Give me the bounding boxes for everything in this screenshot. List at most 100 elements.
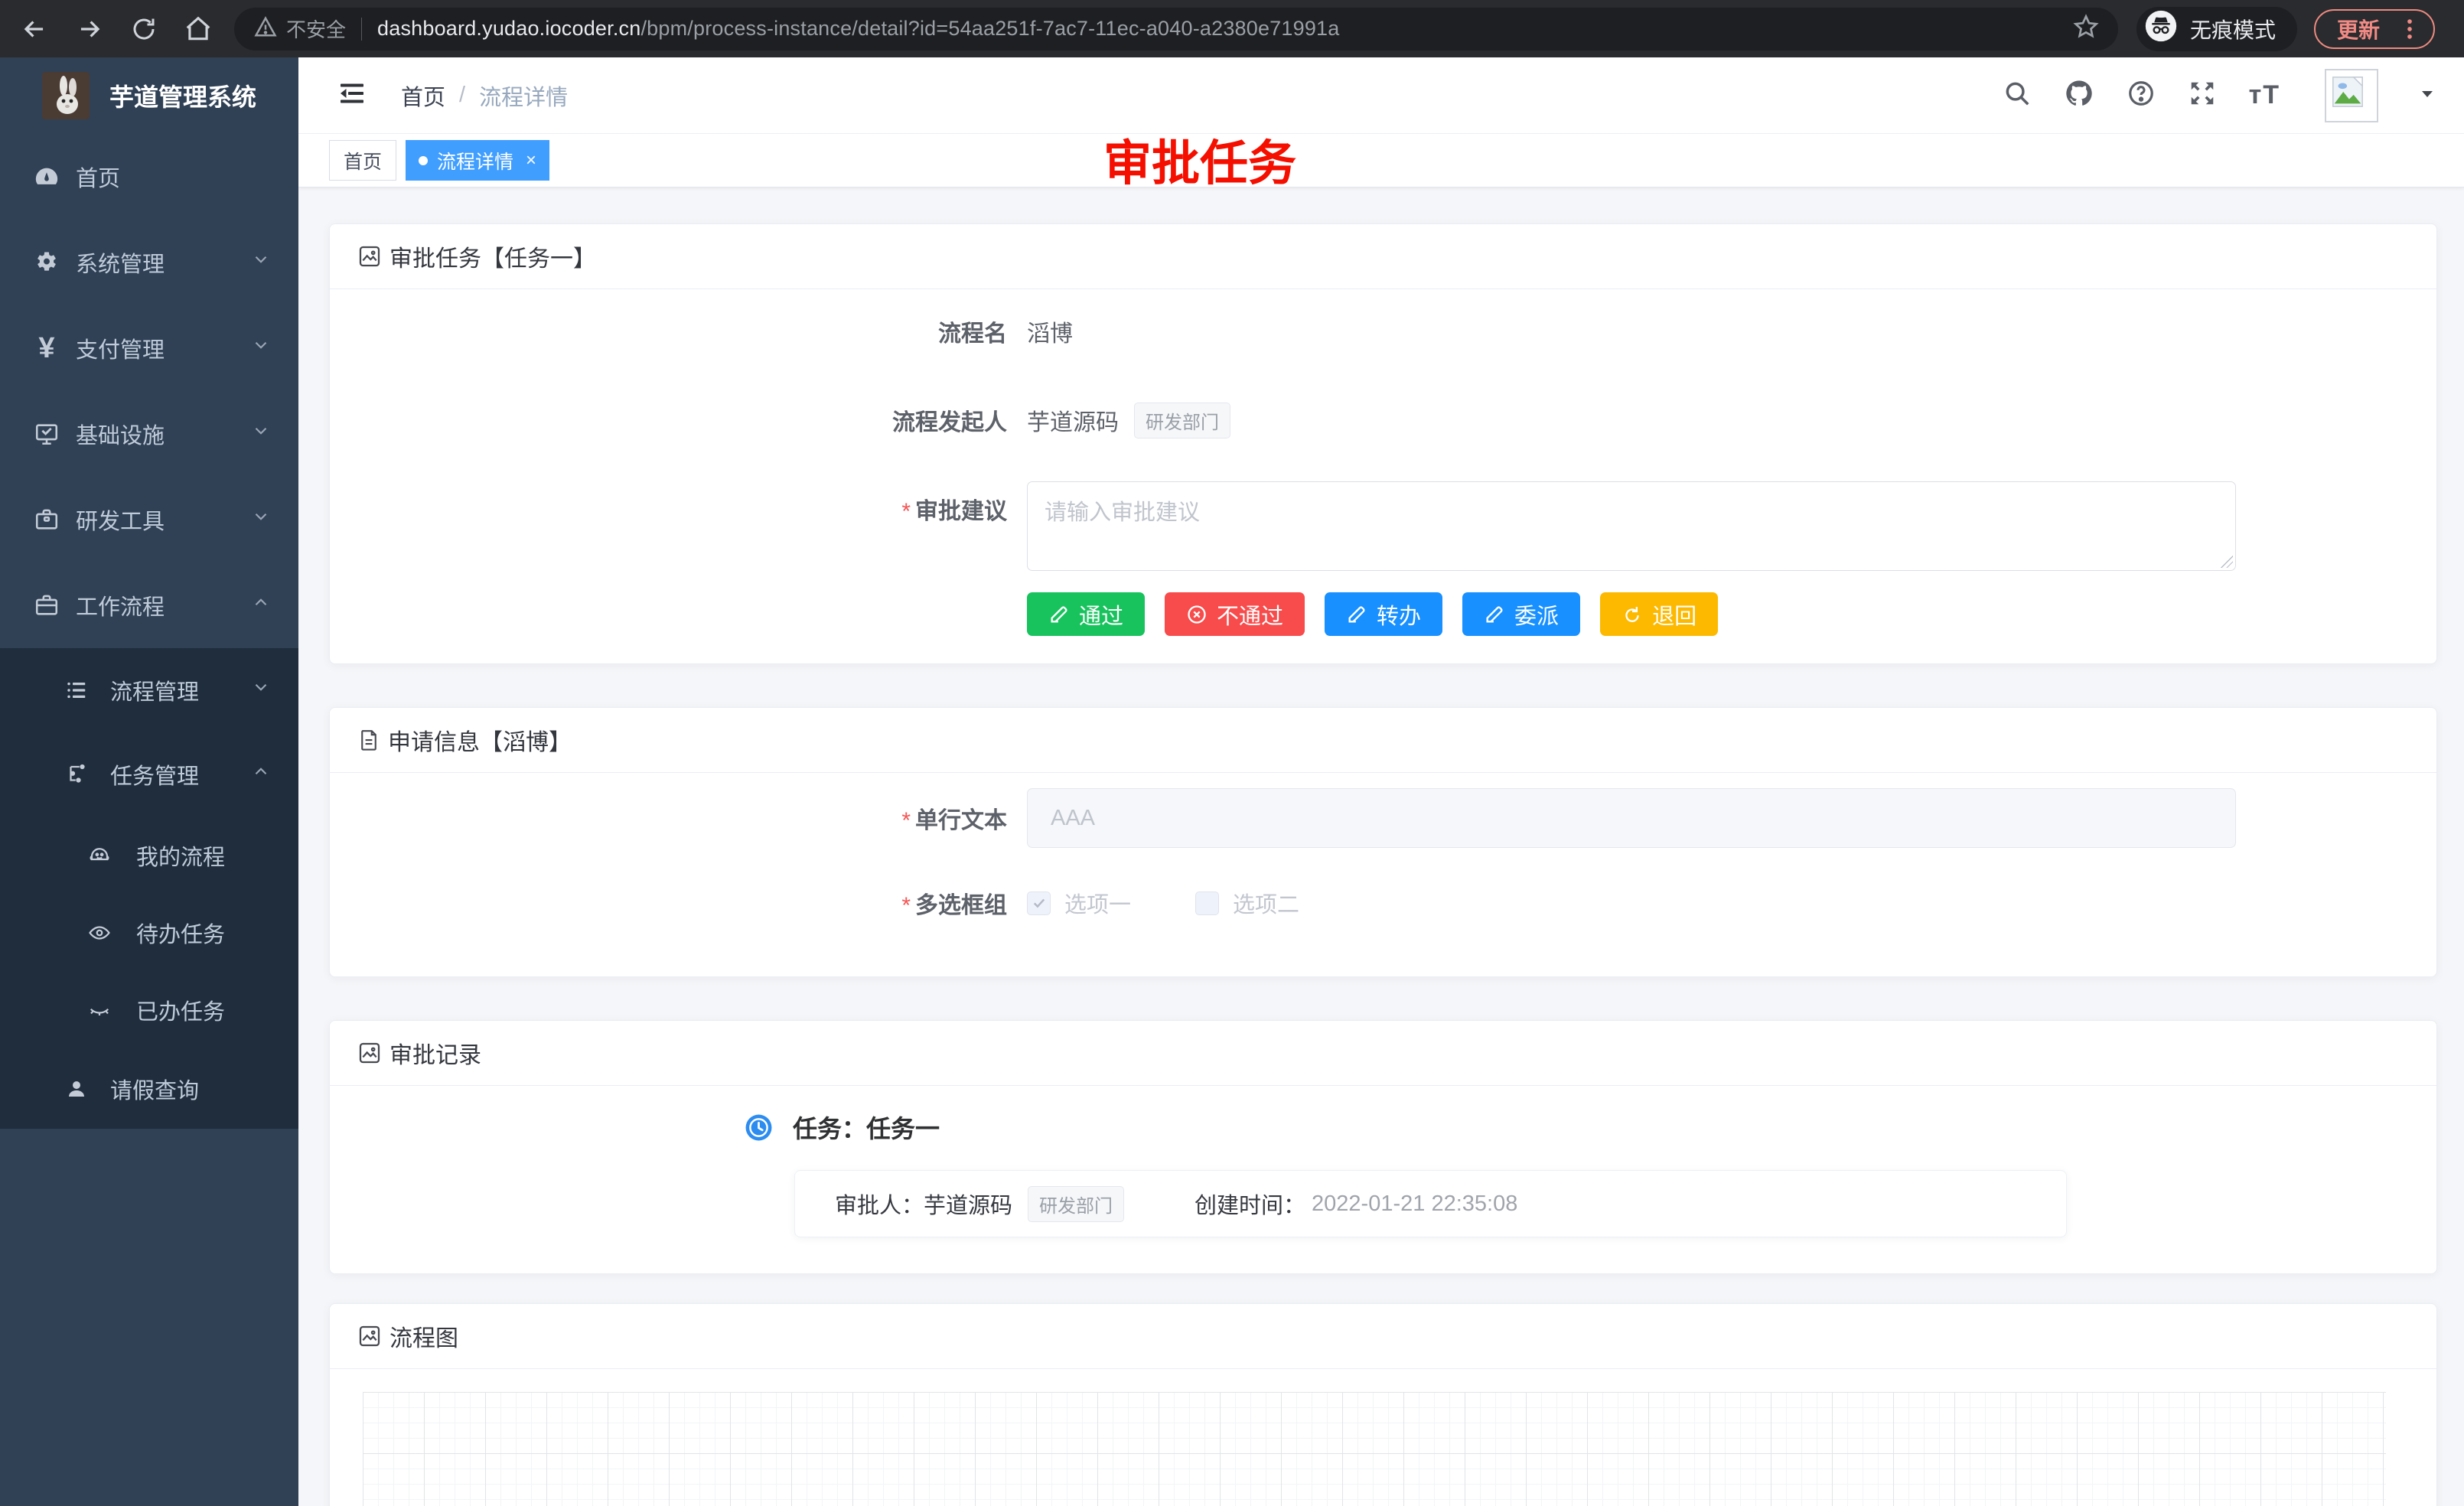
flow-icon [63, 763, 90, 786]
sidebar-item-infra[interactable]: 基础设施 [0, 391, 298, 477]
chevron-up-icon [251, 592, 271, 618]
navbar: 首页 / 流程详情 ᴛT [298, 57, 2464, 134]
page-content: 审批任务【任务一】 流程名 滔博 流程发起人 芋道源码 研发部门 [298, 187, 2464, 1506]
tags-view-bar: 首页 流程详情 × [298, 134, 2464, 187]
search-icon[interactable] [2003, 79, 2032, 112]
reload-icon[interactable] [130, 15, 158, 43]
tab-close-icon[interactable]: × [526, 152, 536, 170]
card-title: 流程图 [389, 1319, 458, 1353]
created-time: 创建时间： 2022-01-21 22:35:08 [1195, 1188, 1517, 1220]
suggestion-textarea-wrap [1027, 481, 2236, 571]
checkbox-option1[interactable]: 选项一 [1027, 887, 1131, 919]
breadcrumb-home[interactable]: 首页 [401, 80, 445, 112]
suggestion-label: *审批建议 [330, 481, 1007, 526]
approval-task-card: 审批任务【任务一】 流程名 滔博 流程发起人 芋道源码 研发部门 [329, 223, 2437, 664]
workflow-submenu: 流程管理 任务管理 我的流程 待办任务 已办 [0, 648, 298, 1129]
incognito-badge: 无痕模式 [2136, 7, 2297, 51]
sidebar-item-label: 任务管理 [110, 758, 199, 790]
help-icon[interactable] [2127, 79, 2156, 112]
font-size-icon[interactable]: ᴛT [2249, 80, 2280, 110]
app-logo [42, 72, 90, 119]
text-field-input[interactable] [1027, 788, 2236, 848]
person-icon [63, 1077, 90, 1100]
dept-tag: 研发部门 [1134, 403, 1230, 438]
forward-icon[interactable] [75, 15, 104, 44]
sidebar-item-leave-query[interactable]: 请假查询 [0, 1048, 298, 1129]
document-icon [357, 729, 380, 751]
browser-toolbar: 不安全 dashboard.yudao.iocoder.cn/bpm/proce… [0, 0, 2464, 57]
sidebar-item-label: 首页 [76, 161, 120, 193]
sidebar-fold-icon[interactable] [337, 78, 367, 112]
edit-icon [1346, 604, 1367, 625]
card-title: 申请信息【滔博】 [388, 723, 572, 757]
tab-label: 首页 [344, 147, 382, 174]
toolbox-icon [33, 507, 60, 533]
sidebar-item-label: 研发工具 [76, 504, 165, 536]
checkbox-group-label: *多选框组 [330, 886, 1007, 920]
return-button[interactable]: 退回 [1600, 592, 1718, 636]
resize-grip[interactable] [2221, 556, 2233, 568]
tab-label: 流程详情 [437, 147, 513, 174]
approve-button[interactable]: 通过 [1027, 592, 1145, 636]
sidebar-item-devtools[interactable]: 研发工具 [0, 477, 298, 562]
breadcrumb-separator: / [459, 83, 465, 108]
github-icon[interactable] [2064, 78, 2094, 112]
chevron-down-icon [251, 421, 271, 447]
sidebar-item-system[interactable]: 系统管理 [0, 220, 298, 305]
sidebar-item-done-tasks[interactable]: 已办任务 [0, 971, 298, 1048]
sidebar-item-process-mgmt[interactable]: 流程管理 [0, 648, 298, 732]
card-header: 申请信息【滔博】 [330, 708, 2436, 773]
annotation-text: 审批任务 [1103, 125, 1296, 194]
robot-icon [86, 844, 113, 867]
app-logo-row[interactable]: 芋道管理系统 [0, 57, 298, 134]
record-item: 审批人：芋道源码 研发部门 创建时间： 2022-01-21 22:35:08 [794, 1170, 2067, 1237]
sidebar-item-todo-tasks[interactable]: 待办任务 [0, 894, 298, 971]
sidebar-item-workflow[interactable]: 工作流程 [0, 562, 298, 648]
address-bar[interactable]: 不安全 dashboard.yudao.iocoder.cn/bpm/proce… [234, 8, 2118, 51]
sidebar-item-label: 待办任务 [136, 917, 225, 949]
sidebar-item-label: 系统管理 [76, 246, 165, 279]
approver-info: 审批人：芋道源码 研发部门 [835, 1186, 1124, 1222]
sidebar-item-my-process[interactable]: 我的流程 [0, 817, 298, 894]
tab-process-detail[interactable]: 流程详情 × [406, 140, 549, 181]
update-button[interactable]: 更新 [2314, 9, 2435, 49]
monitor-icon [33, 421, 60, 447]
chevron-down-icon [251, 507, 271, 533]
process-diagram-card: 流程图 [329, 1303, 2437, 1506]
home-icon[interactable] [184, 15, 213, 44]
card-title: 审批记录 [389, 1036, 481, 1070]
picture-icon [357, 1041, 382, 1065]
bpmn-canvas[interactable] [363, 1392, 2386, 1506]
bookmark-star-icon[interactable] [2072, 13, 2100, 44]
update-label: 更新 [2337, 14, 2380, 44]
fullscreen-icon[interactable] [2188, 79, 2217, 112]
avatar[interactable] [2325, 69, 2378, 122]
reject-button[interactable]: 不通过 [1165, 592, 1305, 636]
browser-menu-icon[interactable] [2398, 16, 2421, 42]
sidebar-item-home[interactable]: 首页 [0, 134, 298, 220]
avatar-caret-icon[interactable] [2418, 84, 2436, 106]
checkbox-group: 选项一 选项二 [1027, 887, 1299, 919]
app-title: 芋道管理系统 [109, 78, 256, 113]
screen: 不安全 dashboard.yudao.iocoder.cn/bpm/proce… [0, 0, 2464, 1506]
chevron-down-icon [251, 335, 271, 361]
card-title: 审批任务【任务一】 [389, 240, 596, 273]
back-icon[interactable] [20, 15, 49, 44]
sidebar-item-label: 工作流程 [76, 589, 165, 621]
gear-icon [33, 249, 60, 275]
card-header: 流程图 [330, 1304, 2436, 1369]
eye-open-icon [86, 921, 113, 944]
security-warning-icon [254, 15, 277, 42]
suggestion-textarea[interactable] [1028, 482, 2235, 570]
sidebar: 芋道管理系统 首页 系统管理 ¥ 支付管理 基础设施 [0, 57, 298, 1506]
card-header: 审批记录 [330, 1021, 2436, 1086]
sidebar-item-payment[interactable]: ¥ 支付管理 [0, 305, 298, 391]
transfer-button[interactable]: 转办 [1325, 592, 1442, 636]
checkbox-option2[interactable]: 选项二 [1195, 887, 1299, 919]
checkbox-checked-icon [1027, 892, 1051, 915]
sidebar-item-task-mgmt[interactable]: 任务管理 [0, 732, 298, 817]
process-name-value: 滔博 [1027, 315, 1073, 348]
delegate-button[interactable]: 委派 [1462, 592, 1580, 636]
tab-home[interactable]: 首页 [329, 140, 396, 181]
url-text: dashboard.yudao.iocoder.cn/bpm/process-i… [377, 17, 1339, 41]
